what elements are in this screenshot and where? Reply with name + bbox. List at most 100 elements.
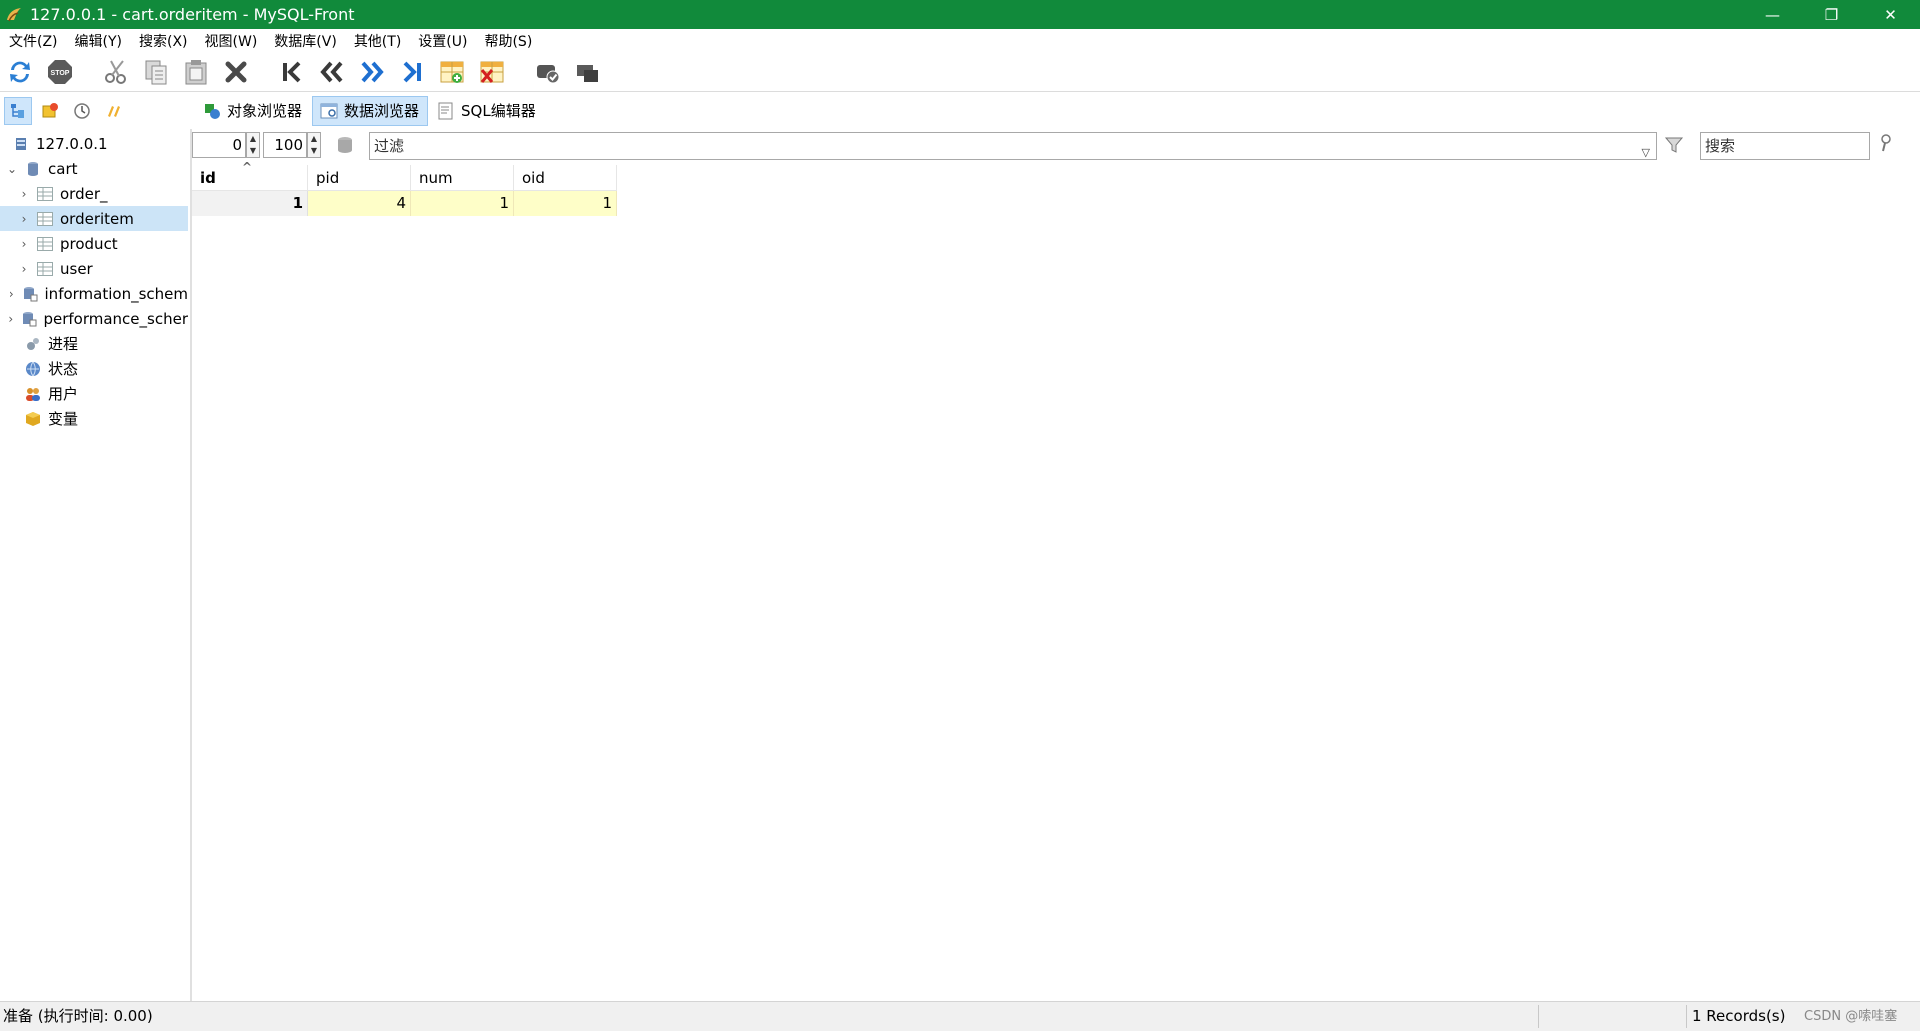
- tree-processes[interactable]: 进程: [0, 331, 188, 356]
- status-bar: 准备 (执行时间: 0.00) 1 Records(s) CSDN @嗦哇塞: [0, 1001, 1920, 1031]
- last-record-button[interactable]: [392, 55, 432, 89]
- sidebar-tabs: [0, 92, 196, 129]
- cell-pid[interactable]: 4: [308, 191, 411, 216]
- menu-database[interactable]: 数据库(V): [265, 31, 345, 51]
- next-records-icon: [361, 61, 384, 83]
- delete-record-button[interactable]: [472, 55, 512, 89]
- post-record-icon: [537, 65, 560, 84]
- delete-button[interactable]: [216, 55, 256, 89]
- expand-icon[interactable]: ›: [17, 237, 31, 251]
- search-input[interactable]: 搜索: [1700, 132, 1870, 160]
- cell-id[interactable]: 1: [192, 191, 308, 216]
- close-button[interactable]: ✕: [1861, 0, 1920, 29]
- column-header-oid[interactable]: oid: [514, 165, 617, 191]
- processes-icon: [24, 335, 42, 353]
- bookmarks-icon: [42, 102, 58, 117]
- table-icon: [36, 210, 54, 228]
- bookmarks-tab[interactable]: [36, 97, 64, 125]
- tree-variables[interactable]: 变量: [0, 406, 188, 431]
- menu-edit[interactable]: 编辑(Y): [66, 31, 130, 51]
- chevron-down-icon[interactable]: ▽: [1642, 140, 1650, 166]
- tab-sql-editor[interactable]: SQL编辑器: [430, 96, 544, 126]
- paste-button[interactable]: [176, 55, 216, 89]
- restore-icon: ❐: [1824, 5, 1839, 24]
- refresh-button[interactable]: [0, 55, 40, 89]
- tree-database-information-schema[interactable]: › information_schem: [0, 281, 188, 306]
- next-records-button[interactable]: [352, 55, 392, 89]
- tree-database-cart[interactable]: ⌄ cart: [0, 156, 188, 181]
- tree-table-user[interactable]: › user: [0, 256, 188, 281]
- tree-host-label: 127.0.0.1: [36, 134, 108, 153]
- tree-database-performance-schema[interactable]: › performance_scher: [0, 306, 188, 331]
- delete-record-icon: [480, 61, 504, 83]
- insert-record-button[interactable]: [432, 55, 472, 89]
- explorer-icon: [108, 105, 120, 117]
- tree-table-orderitem[interactable]: › orderitem: [0, 206, 188, 231]
- explorer-tab[interactable]: [100, 97, 128, 125]
- column-header-pid[interactable]: pid: [308, 165, 411, 191]
- table-icon: [36, 235, 54, 253]
- collapse-icon[interactable]: ⌄: [5, 162, 19, 176]
- post-record-button[interactable]: [528, 55, 568, 89]
- window-title: 127.0.0.1 - cart.orderitem - MySQL-Front: [30, 5, 355, 24]
- navigator-tab[interactable]: [4, 96, 32, 125]
- expand-icon[interactable]: ›: [5, 312, 16, 326]
- expand-icon[interactable]: ›: [17, 212, 31, 226]
- expand-icon[interactable]: ›: [5, 287, 17, 301]
- history-tab[interactable]: [68, 97, 96, 125]
- menu-other[interactable]: 其他(T): [345, 31, 409, 51]
- first-record-icon: [283, 61, 301, 83]
- tree-table-product[interactable]: › product: [0, 231, 188, 256]
- cut-icon: [105, 60, 126, 84]
- restore-button[interactable]: ❐: [1802, 0, 1861, 29]
- last-record-icon: [403, 61, 421, 83]
- cell-num[interactable]: 1: [411, 191, 514, 216]
- menu-search[interactable]: 搜索(X): [130, 31, 196, 51]
- cell-oid[interactable]: 1: [514, 191, 617, 216]
- tree-database-label: performance_scher: [43, 309, 188, 328]
- navigator-tree: 127.0.0.1 ⌄ cart › order_ › orderitem › …: [0, 129, 192, 1001]
- previous-records-button[interactable]: [312, 55, 352, 89]
- menu-help[interactable]: 帮助(S): [475, 31, 540, 51]
- stop-label: STOP: [51, 70, 70, 77]
- search-button[interactable]: [1878, 134, 1898, 156]
- menu-settings[interactable]: 设置(U): [409, 31, 475, 51]
- search-icon: [1881, 134, 1891, 152]
- filter-button[interactable]: [1664, 135, 1686, 157]
- tab-sql-editor-label: SQL编辑器: [461, 102, 536, 120]
- column-header-id[interactable]: id ^: [192, 160, 308, 191]
- object-browser-icon: [205, 103, 220, 119]
- expand-icon[interactable]: ›: [17, 187, 31, 201]
- tab-data-browser[interactable]: 数据浏览器: [312, 95, 429, 126]
- users-icon: [24, 385, 42, 403]
- copy-button[interactable]: [136, 55, 176, 89]
- tree-processes-label: 进程: [48, 335, 79, 353]
- tree-database-label: cart: [48, 159, 78, 178]
- tree-status[interactable]: 状态: [0, 356, 188, 381]
- offset-field[interactable]: 0: [192, 132, 246, 158]
- cut-button[interactable]: [96, 55, 136, 89]
- cancel-record-button[interactable]: [568, 55, 608, 89]
- spin-down-icon: ▼: [310, 146, 318, 155]
- minimize-button[interactable]: —: [1743, 0, 1802, 29]
- limit-field[interactable]: 100: [263, 132, 307, 158]
- tree-users[interactable]: 用户: [0, 381, 188, 406]
- menu-view[interactable]: 视图(W): [196, 31, 266, 51]
- tab-object-browser[interactable]: 对象浏览器: [196, 96, 310, 126]
- menu-file[interactable]: 文件(Z): [0, 31, 66, 51]
- stop-button[interactable]: STOP: [40, 55, 80, 89]
- tree-host[interactable]: 127.0.0.1: [0, 131, 188, 156]
- system-database-icon: [21, 310, 37, 328]
- table-row[interactable]: 1 4 1 1: [192, 191, 617, 216]
- first-record-button[interactable]: [272, 55, 312, 89]
- grid-header: id ^ pid num oid: [192, 160, 617, 191]
- spin-up-icon: ▲: [310, 134, 318, 143]
- apply-limit-button[interactable]: [335, 135, 357, 157]
- column-header-num[interactable]: num: [411, 165, 514, 191]
- column-header-pid-label: pid: [316, 169, 340, 187]
- column-header-num-label: num: [419, 169, 453, 187]
- filter-input[interactable]: 过滤 ▽: [369, 132, 1657, 160]
- expand-icon[interactable]: ›: [17, 262, 31, 276]
- limit-spinner[interactable]: ▲ ▼: [307, 132, 321, 158]
- tree-table-order[interactable]: › order_: [0, 181, 188, 206]
